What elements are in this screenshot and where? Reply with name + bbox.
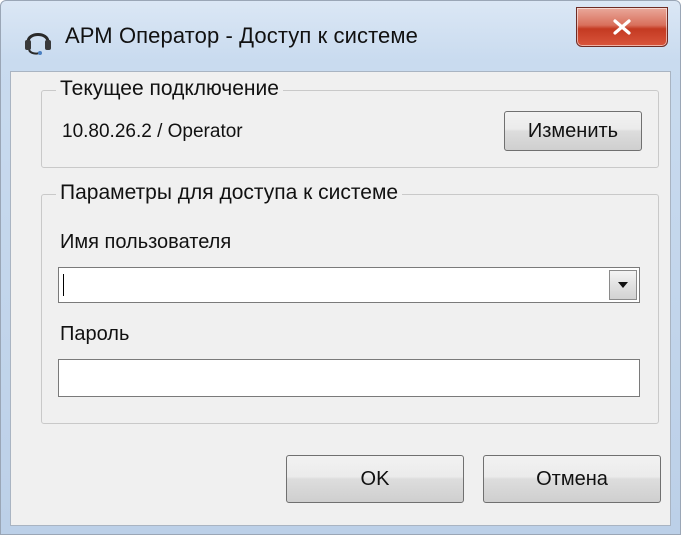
window-title: АРМ Оператор - Доступ к системе [65, 23, 418, 48]
current-connection-legend: Текущее подключение [56, 77, 283, 101]
current-connection-group: Текущее подключение 10.80.26.2 / Operato… [41, 77, 659, 168]
dialog-window: АРМ Оператор - Доступ к системе Текущее … [0, 0, 681, 535]
cancel-button[interactable]: Отмена [483, 455, 661, 503]
close-icon [612, 19, 632, 35]
title-bar[interactable]: АРМ Оператор - Доступ к системе [1, 1, 680, 71]
username-dropdown-button[interactable] [609, 270, 637, 300]
access-parameters-group: Параметры для доступа к системе Имя поль… [41, 181, 659, 424]
dialog-client-area: Текущее подключение 10.80.26.2 / Operato… [10, 71, 671, 526]
headset-icon [21, 23, 55, 57]
username-label: Имя пользователя [60, 231, 232, 253]
ok-button[interactable]: OK [286, 455, 464, 503]
close-button[interactable] [576, 7, 668, 47]
current-connection-value: 10.80.26.2 / Operator [62, 121, 243, 142]
username-combobox[interactable] [58, 267, 640, 303]
password-label: Пароль [60, 323, 130, 345]
access-parameters-legend: Параметры для доступа к системе [56, 181, 403, 205]
password-field[interactable] [58, 359, 640, 397]
change-connection-button[interactable]: Изменить [504, 111, 642, 151]
chevron-down-icon [617, 276, 629, 294]
text-caret [63, 274, 64, 296]
